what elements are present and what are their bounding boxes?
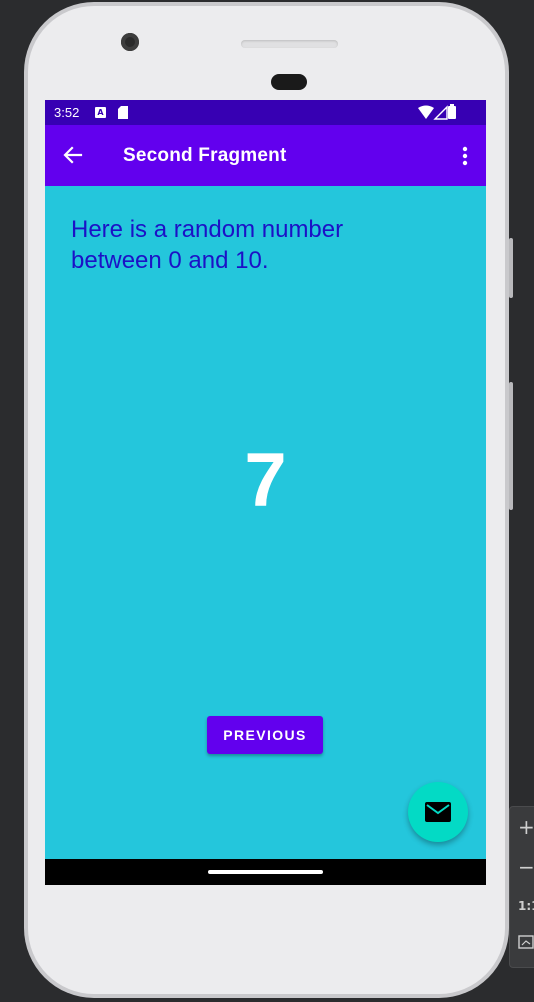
- zoom-in-button[interactable]: +: [518, 815, 534, 839]
- emulator-zoom-panel: + − 1:1: [509, 806, 534, 968]
- wifi-icon: [418, 105, 434, 119]
- earpiece-speaker: [241, 40, 338, 48]
- battery-icon: [448, 104, 456, 119]
- front-camera-icon: [121, 33, 139, 51]
- proximity-sensor: [271, 74, 307, 90]
- power-button: [509, 382, 513, 510]
- prompt-text: Here is a random number between 0 and 10…: [71, 216, 344, 274]
- arrow-back-icon[interactable]: [63, 145, 83, 165]
- random-number: 7: [244, 438, 287, 523]
- fragment-content: Here is a random number between 0 and 10…: [45, 186, 486, 859]
- page-title: Second Fragment: [123, 145, 287, 166]
- previous-button[interactable]: PREVIOUS: [207, 716, 323, 754]
- status-time: 3:52: [54, 105, 80, 120]
- volume-button: [509, 238, 513, 298]
- zoom-out-button[interactable]: −: [518, 855, 534, 879]
- status-bar: 3:52 A: [45, 100, 486, 125]
- actual-size-button[interactable]: 1:1: [518, 899, 534, 913]
- email-icon: [425, 802, 451, 822]
- sd-card-icon: [118, 106, 128, 119]
- navigation-bar: [45, 859, 486, 885]
- signal-icon: [433, 105, 448, 120]
- app-bar: Second Fragment: [45, 125, 486, 186]
- text-notification-icon: A: [95, 107, 106, 118]
- device-screen: 3:52 A Second Fragment Here is a random …: [45, 100, 486, 885]
- home-gesture-handle[interactable]: [208, 870, 323, 874]
- overflow-menu-icon[interactable]: [462, 146, 468, 166]
- fit-screen-icon[interactable]: [518, 935, 534, 949]
- email-fab-button[interactable]: [408, 782, 468, 842]
